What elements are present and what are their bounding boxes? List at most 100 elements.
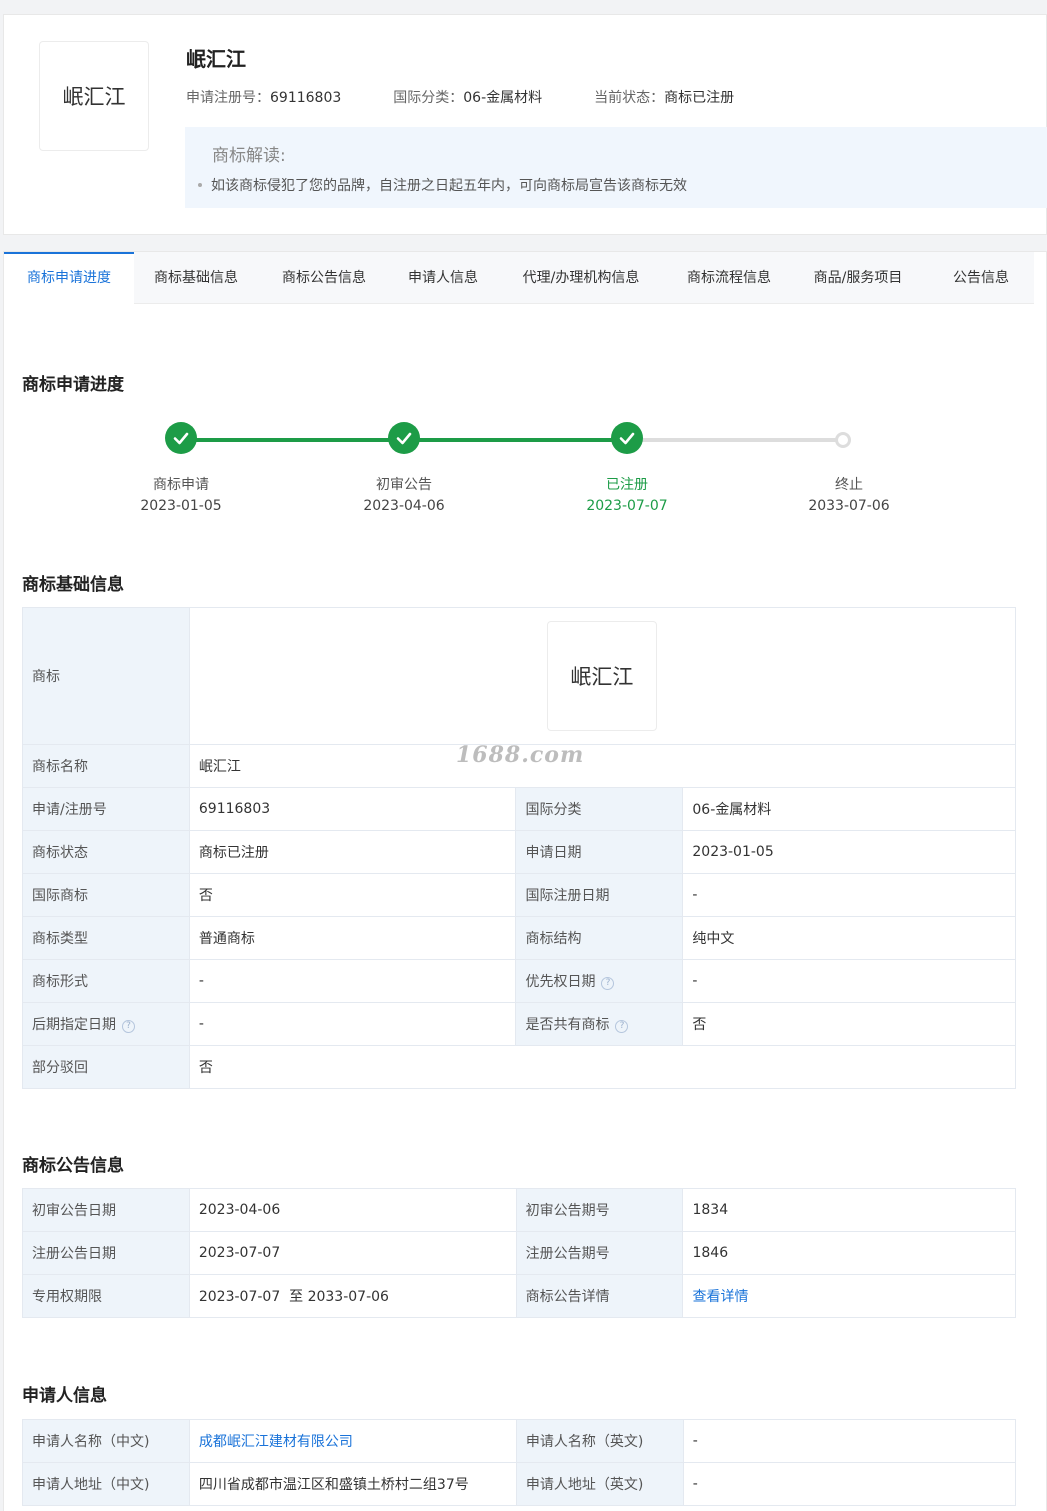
row-label-with-help: 后期指定日期?: [22, 1002, 190, 1046]
tab-applicant-info[interactable]: 申请人信息: [390, 252, 496, 304]
row-label: 申请人名称（英文): [515, 1419, 684, 1463]
row-value: -: [682, 1419, 1017, 1463]
row-value: 2023-07-07: [188, 1231, 517, 1275]
help-icon[interactable]: ?: [601, 977, 615, 990]
step-date: 2023-04-06: [363, 498, 445, 514]
row-label: 申请日期: [515, 830, 684, 874]
table-row: 部分驳回 否: [22, 1045, 1017, 1089]
table-row: 商标形式 - 优先权日期? -: [22, 959, 1016, 1003]
table-row: 国际商标 否 国际注册日期 -: [22, 873, 1016, 917]
meta-class-label: 国际分类：: [393, 90, 464, 106]
row-value: -: [188, 959, 517, 1003]
row-value-cell: 查看详情: [682, 1274, 1016, 1318]
applicant-info-table: 申请人名称（中文) 成都岷汇江建材有限公司 申请人名称（英文) - 申请人地址（…: [22, 1419, 1017, 1506]
trademark-image-cell: 岷汇江: [188, 607, 1017, 745]
table-row: 注册公告日期 2023-07-07 注册公告期号 1846: [22, 1231, 1016, 1275]
basic-info-table: 商标 岷汇江 商标名称 岷汇江 申请/注册号 69116803 国际分类 06-…: [22, 607, 1017, 1089]
row-value: 2023-04-06: [188, 1188, 517, 1232]
trademark-title: 岷汇江: [186, 47, 246, 71]
step-date: 2033-07-06: [808, 498, 890, 514]
tab-agency-info[interactable]: 代理/办理机构信息: [506, 252, 656, 304]
row-value: 1834: [682, 1188, 1016, 1232]
help-icon[interactable]: ?: [615, 1020, 629, 1033]
meta-class: 国际分类：06-金属材料: [393, 87, 542, 107]
row-value: 纯中文: [682, 916, 1016, 960]
step-label: 初审公告: [376, 477, 432, 493]
row-label: 国际分类: [515, 787, 684, 831]
watermark: 1688.com: [456, 742, 585, 768]
step-date: 2023-07-07: [586, 498, 668, 514]
interpretation-text: 如该商标侵犯了您的品牌，自注册之日起五年内，可向商标局宣告该商标无效: [211, 178, 687, 194]
meta-reg-no-value: 69116803: [270, 90, 342, 106]
row-value: -: [682, 959, 1016, 1003]
row-value: 否: [188, 873, 517, 917]
tab-process-info[interactable]: 商标流程信息: [668, 252, 790, 304]
row-value: -: [682, 873, 1016, 917]
row-value: 普通商标: [188, 916, 517, 960]
row-value: 1846: [682, 1231, 1016, 1275]
interpretation-item: 如该商标侵犯了您的品牌，自注册之日起五年内，可向商标局宣告该商标无效: [198, 175, 687, 195]
interpretation-title: 商标解读:: [212, 146, 286, 166]
row-value: -: [682, 1462, 1017, 1506]
meta-reg-no: 申请注册号：69116803: [186, 87, 341, 107]
trademark-meta: 申请注册号：69116803 国际分类：06-金属材料 当前状态：商标已注册: [186, 87, 786, 107]
timeline-segment: [182, 438, 404, 442]
trademark-interpretation: 商标解读: 如该商标侵犯了您的品牌，自注册之日起五年内，可向商标局宣告该商标无效: [185, 127, 1047, 208]
row-label: 注册公告期号: [515, 1231, 684, 1275]
applicant-name-link[interactable]: 成都岷汇江建材有限公司: [199, 1434, 353, 1450]
row-label: 申请/注册号: [22, 787, 190, 831]
row-value: 否: [682, 1002, 1016, 1046]
table-row: 商标类型 普通商标 商标结构 纯中文: [22, 916, 1016, 960]
table-row: 商标状态 商标已注册 申请日期 2023-01-05: [22, 830, 1016, 874]
meta-status-label: 当前状态：: [594, 90, 665, 106]
step-date: 2023-01-05: [140, 498, 222, 514]
tab-basic-info[interactable]: 商标基础信息: [134, 252, 258, 304]
row-value: 06-金属材料: [682, 787, 1016, 831]
view-details-link[interactable]: 查看详情: [692, 1289, 748, 1305]
row-value: 岷汇江: [188, 744, 1017, 788]
table-row: 申请/注册号 69116803 国际分类 06-金属材料: [22, 787, 1016, 831]
meta-status: 当前状态：商标已注册: [594, 87, 734, 107]
tab-progress[interactable]: 商标申请进度: [4, 252, 134, 304]
row-value: 四川省成都市温江区和盛镇土桥村二组37号: [188, 1462, 517, 1506]
row-value: 2023-01-05: [682, 830, 1016, 874]
row-label: 申请人名称（中文): [22, 1419, 190, 1463]
bullet-icon: [198, 183, 202, 187]
tab-goods-services[interactable]: 商品/服务项目: [798, 252, 918, 304]
section-title-applicant-info: 申请人信息: [22, 1386, 107, 1406]
row-label: 商标状态: [22, 830, 190, 874]
row-label: 商标公告详情: [515, 1274, 684, 1318]
meta-status-value: 商标已注册: [664, 90, 735, 106]
pending-node-icon: [835, 432, 851, 448]
timeline-segment: [628, 438, 842, 442]
progress-timeline: 商标申请 2023-01-05 初审公告 2023-04-06 已注册 2023…: [4, 422, 1047, 522]
section-title-announcement-info: 商标公告信息: [22, 1156, 124, 1176]
row-label: 优先权日期: [525, 974, 596, 990]
row-label: 专用权期限: [22, 1274, 190, 1318]
tab-notices[interactable]: 公告信息: [936, 252, 1026, 304]
row-value-cell: 成都岷汇江建材有限公司: [188, 1419, 517, 1463]
detail-tabs: 商标申请进度 商标基础信息 商标公告信息 申请人信息 代理/办理机构信息 商标流…: [4, 252, 1034, 304]
table-row: 后期指定日期? - 是否共有商标? 否: [22, 1002, 1016, 1046]
row-label: 商标形式: [22, 959, 190, 1003]
tab-announcement-info[interactable]: 商标公告信息: [262, 252, 386, 304]
table-row: 申请人名称（中文) 成都岷汇江建材有限公司 申请人名称（英文) -: [22, 1419, 1017, 1463]
table-row: 申请人地址（中文) 四川省成都市温江区和盛镇土桥村二组37号 申请人地址（英文)…: [22, 1462, 1017, 1506]
row-label-with-help: 优先权日期?: [515, 959, 684, 1003]
announcement-info-table: 初审公告日期 2023-04-06 初审公告期号 1834 注册公告日期 202…: [22, 1188, 1016, 1318]
row-label: 国际注册日期: [515, 873, 684, 917]
section-title-basic-info: 商标基础信息: [22, 575, 124, 595]
trademark-image: 岷汇江: [546, 621, 657, 731]
step-label: 终止: [835, 477, 863, 493]
help-icon[interactable]: ?: [122, 1020, 135, 1033]
meta-class-value: 06-金属材料: [463, 90, 543, 106]
section-title-progress: 商标申请进度: [22, 375, 124, 395]
row-label: 后期指定日期: [32, 1017, 116, 1033]
check-icon: [388, 422, 420, 454]
table-row: 商标 岷汇江: [22, 607, 1017, 745]
row-value: 商标已注册: [188, 830, 517, 874]
row-value: 69116803: [188, 787, 517, 831]
row-value: -: [188, 1002, 517, 1046]
step-label: 商标申请: [153, 477, 209, 493]
table-row: 专用权期限 2023-07-07 至 2033-07-06 商标公告详情 查看详…: [22, 1274, 1016, 1318]
